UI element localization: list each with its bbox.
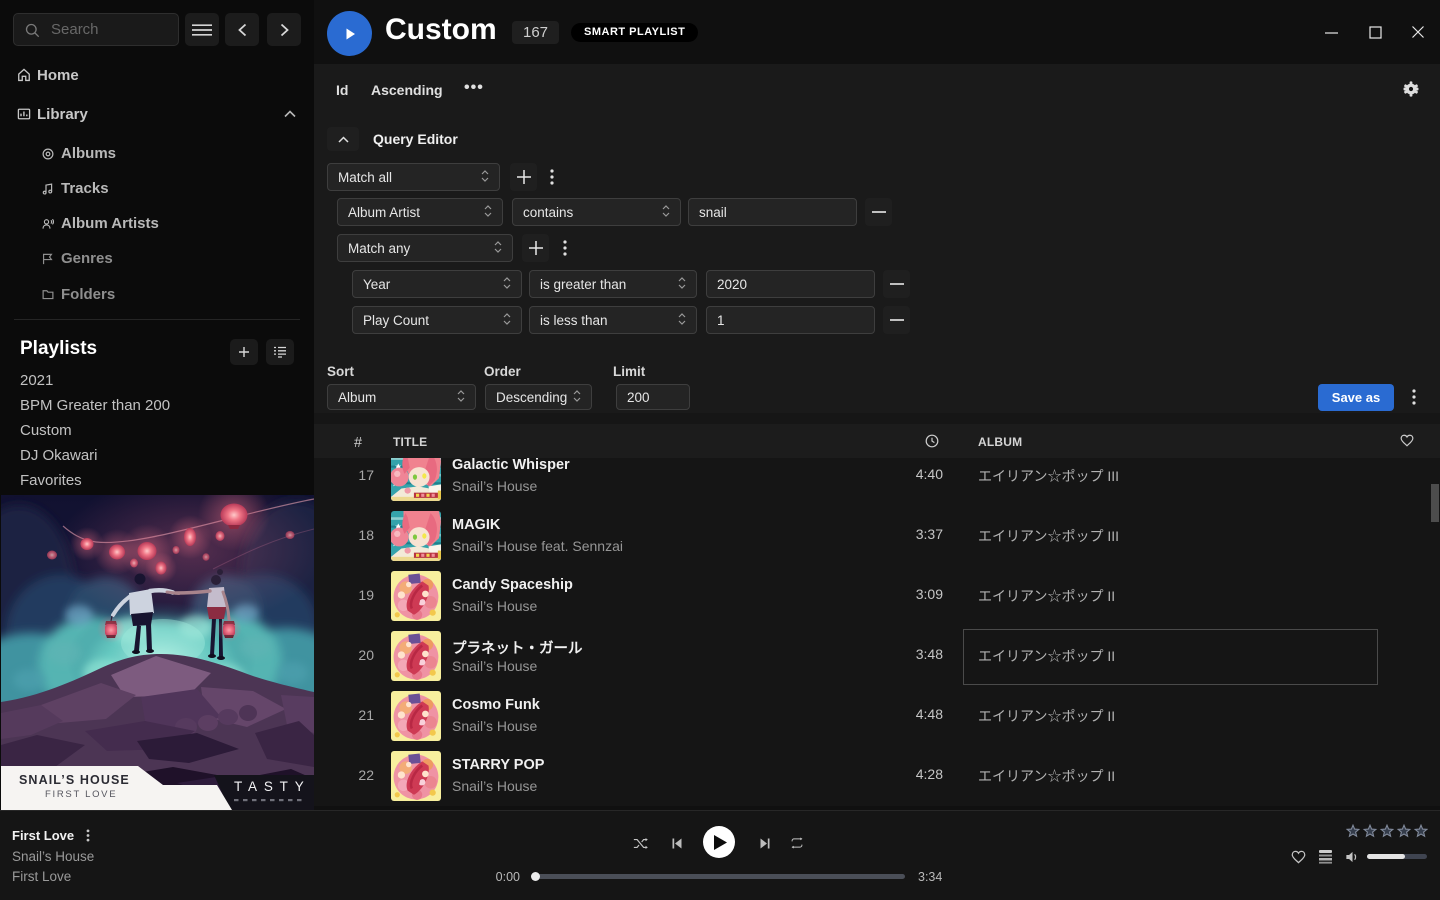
svg-text:SNAIL’S HOUSE: SNAIL’S HOUSE (19, 773, 130, 787)
svg-text:FIRST LOVE: FIRST LOVE (45, 789, 117, 800)
svg-text:TASTY: TASTY (234, 779, 311, 794)
